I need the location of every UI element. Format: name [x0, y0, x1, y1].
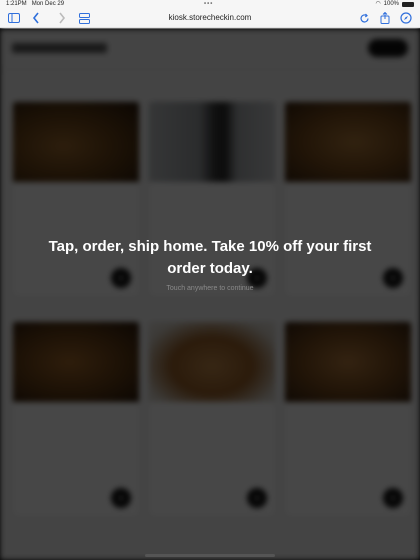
continue-hint: Touch anywhere to continue — [166, 285, 254, 292]
multitasking-dots[interactable]: ••• — [204, 0, 213, 8]
chevron-right-icon[interactable] — [54, 10, 70, 26]
status-time: 1:21PM — [6, 1, 27, 7]
status-date: Mon Dec 29 — [31, 1, 65, 7]
promo-headline: Tap, order, ship home. Take 10% off your… — [48, 238, 372, 277]
battery-percent: 100% — [383, 1, 399, 7]
home-indicator[interactable] — [145, 554, 275, 557]
chevron-left-icon[interactable] — [28, 10, 44, 26]
tabs-icon[interactable] — [76, 10, 92, 26]
status-bar: 1:21PM Mon Dec 29 ••• ◠ 100% — [0, 0, 420, 8]
wifi-icon: ◠ — [375, 1, 381, 7]
address-bar[interactable]: kiosk.storecheckin.com — [120, 11, 300, 25]
promo-overlay[interactable] — [0, 29, 420, 560]
battery-icon — [402, 1, 414, 7]
browser-toolbar: kiosk.storecheckin.com — [0, 8, 420, 28]
reload-icon[interactable] — [356, 10, 372, 26]
compass-icon[interactable] — [398, 10, 414, 26]
sidebar-icon[interactable] — [6, 10, 22, 26]
status-right: ◠ 100% — [375, 0, 414, 8]
share-icon[interactable] — [377, 10, 393, 26]
status-left: 1:21PM Mon Dec 29 — [6, 0, 64, 8]
